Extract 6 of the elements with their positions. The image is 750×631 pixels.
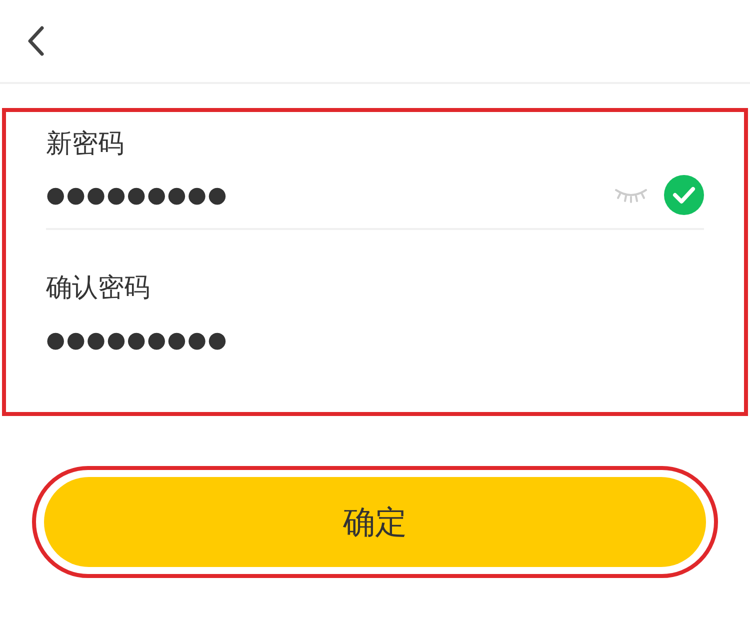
- password-field[interactable]: ●●●●●●●●●: [46, 324, 266, 356]
- password-field[interactable]: ●●●●●●●●●: [46, 178, 266, 212]
- confirm-button[interactable]: 确定: [44, 477, 706, 567]
- field-label: 确认密码: [46, 273, 150, 303]
- back-icon: [26, 25, 46, 57]
- field-label: 新密码: [46, 129, 124, 159]
